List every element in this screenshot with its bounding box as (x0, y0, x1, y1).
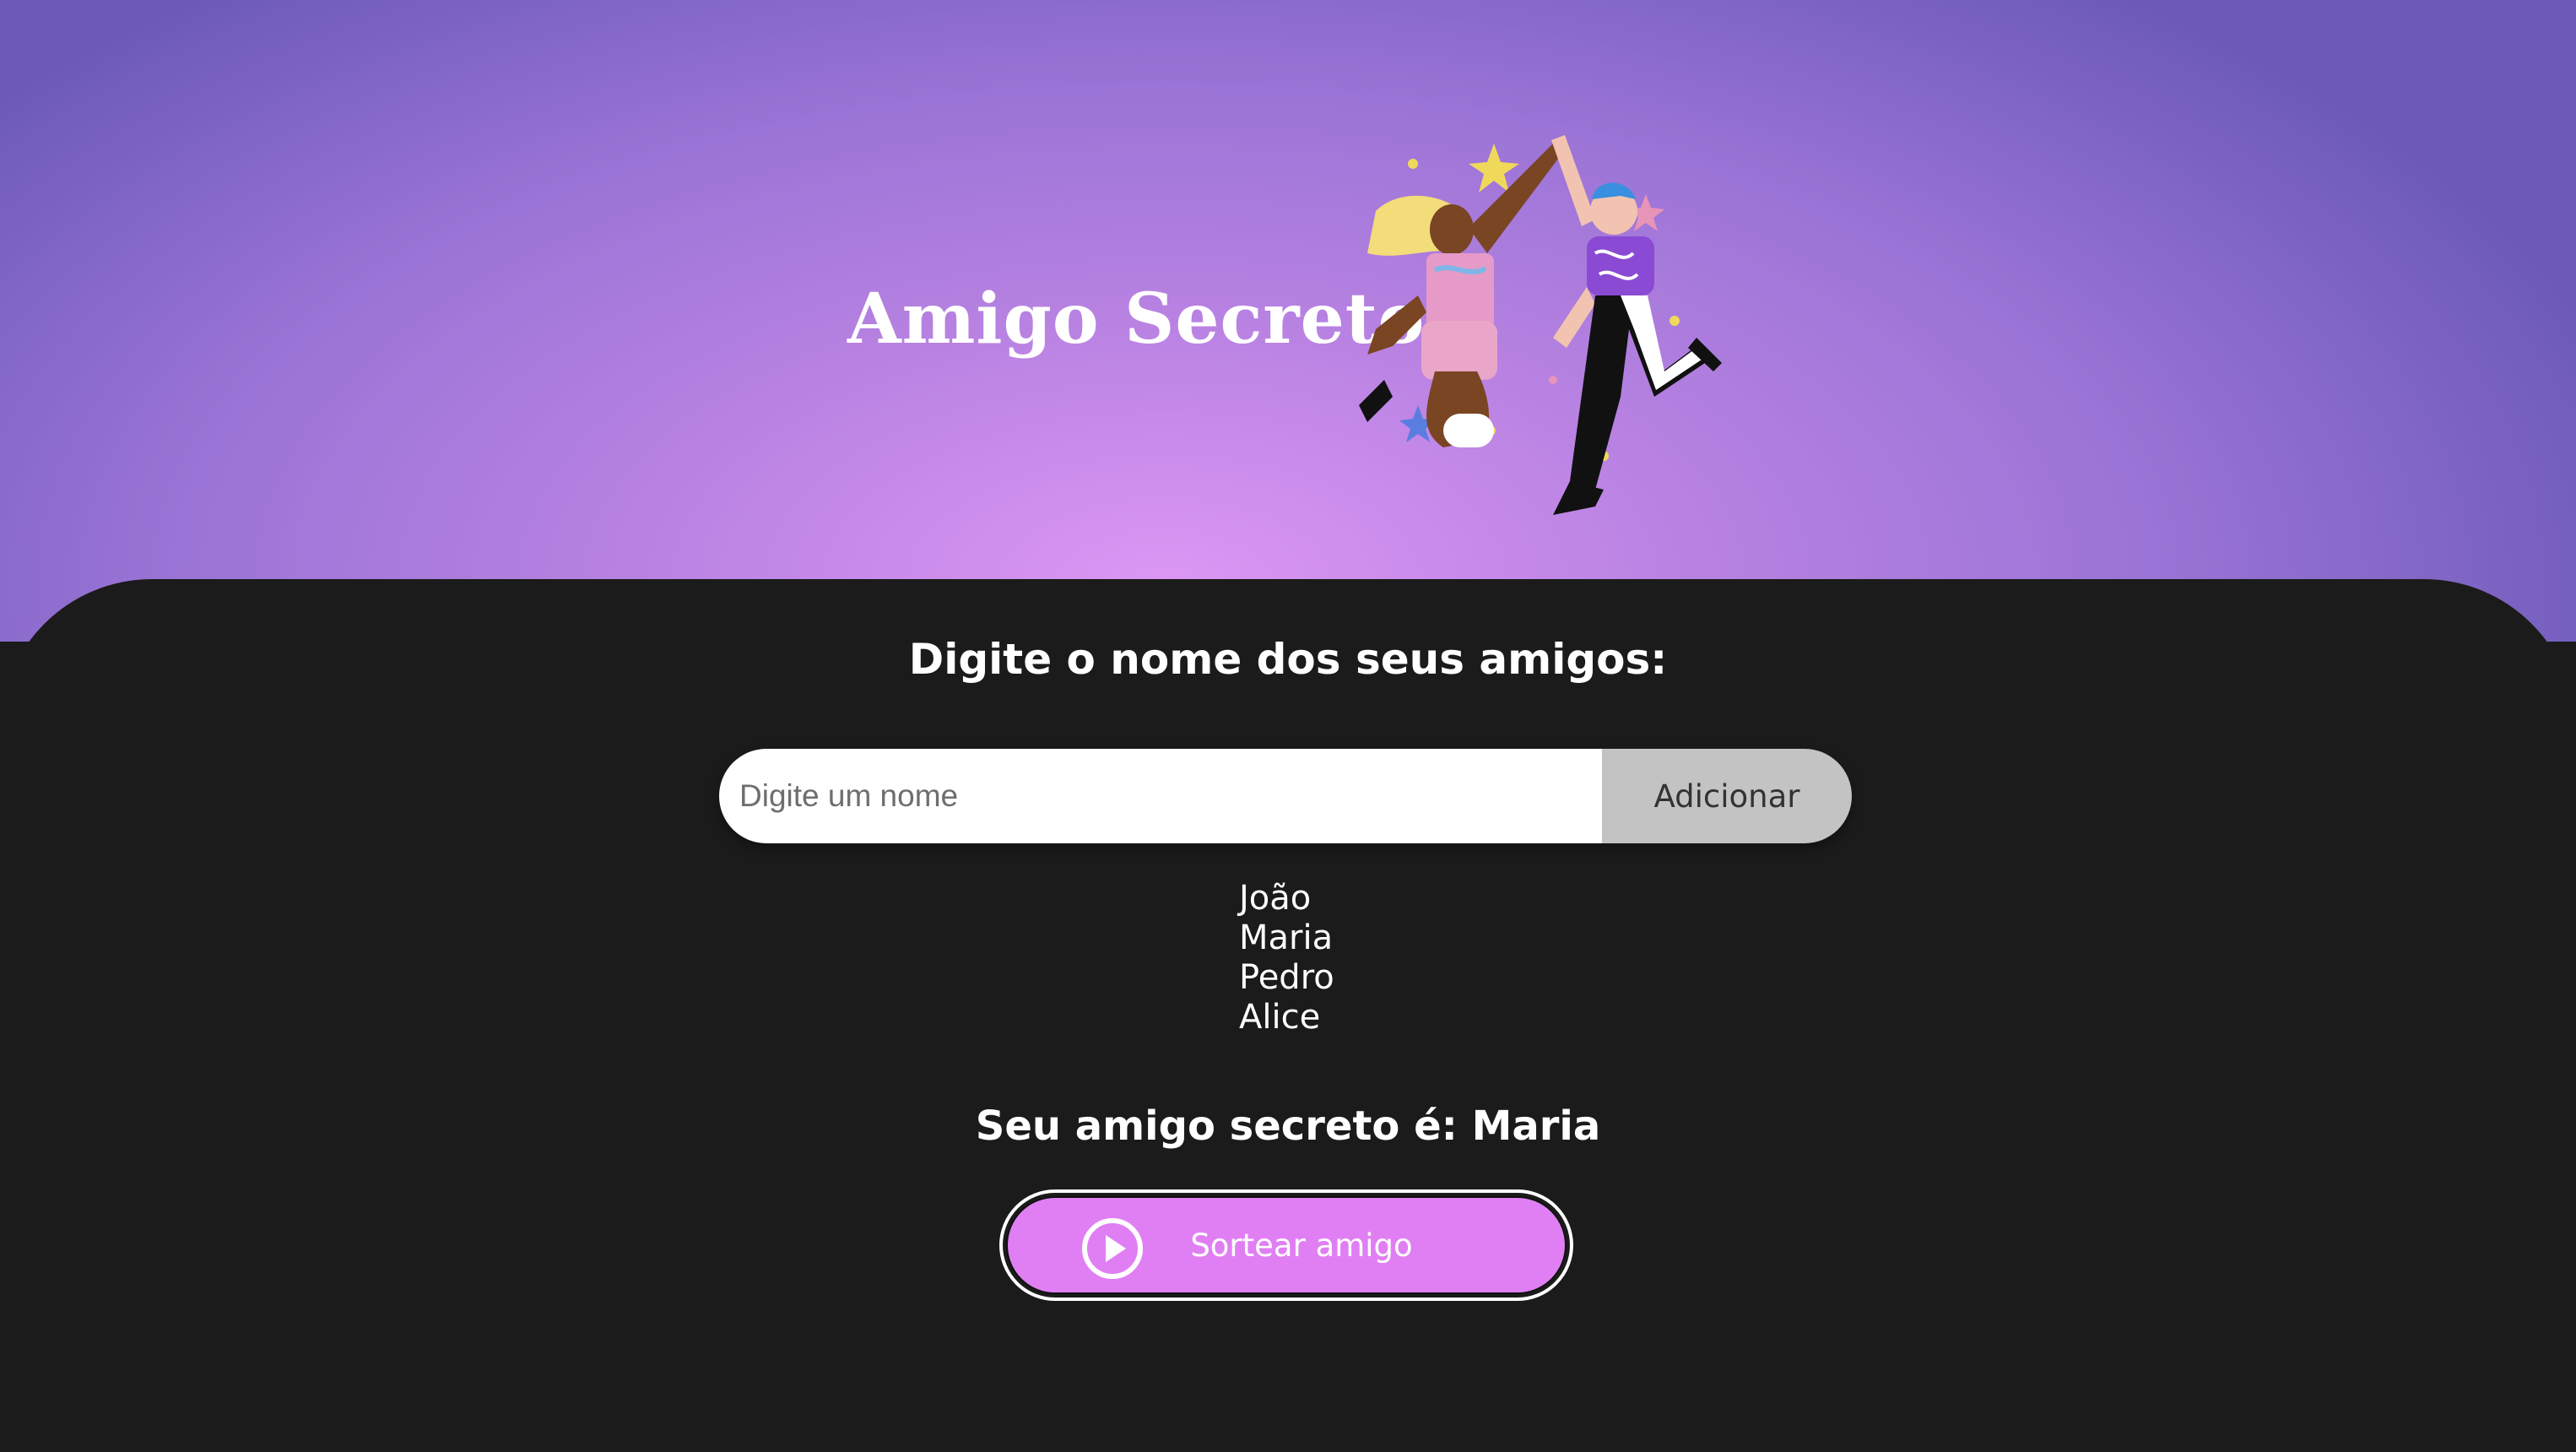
friends-list: João Maria Pedro Alice (1239, 879, 1334, 1038)
form-subtitle: Digite o nome dos seus amigos: (908, 635, 1668, 684)
draw-button-label: Sortear amigo (1190, 1227, 1413, 1264)
list-item: Pedro (1239, 958, 1334, 997)
list-item: Maria (1239, 918, 1334, 957)
draw-friend-button[interactable]: Sortear amigo (999, 1189, 1573, 1301)
result-text: Seu amigo secreto é: Maria (975, 1103, 1601, 1150)
add-button[interactable]: Adicionar (1602, 749, 1852, 843)
two-friends-high-five-illustration (1359, 135, 1722, 515)
right-friend-figure (1551, 135, 1722, 515)
name-input[interactable] (719, 749, 1602, 843)
draw-button-body: Sortear amigo (1006, 1196, 1567, 1294)
header-banner: Amigo Secreto (0, 0, 2576, 642)
add-friend-form: Adicionar (719, 749, 1852, 843)
page: Amigo Secreto Digite o nome dos seus ami… (0, 0, 2576, 1452)
list-item: João (1239, 879, 1312, 918)
page-title: Amigo Secreto (847, 279, 1426, 360)
left-friend-figure (1359, 144, 1563, 447)
list-item: Alice (1239, 998, 1321, 1037)
